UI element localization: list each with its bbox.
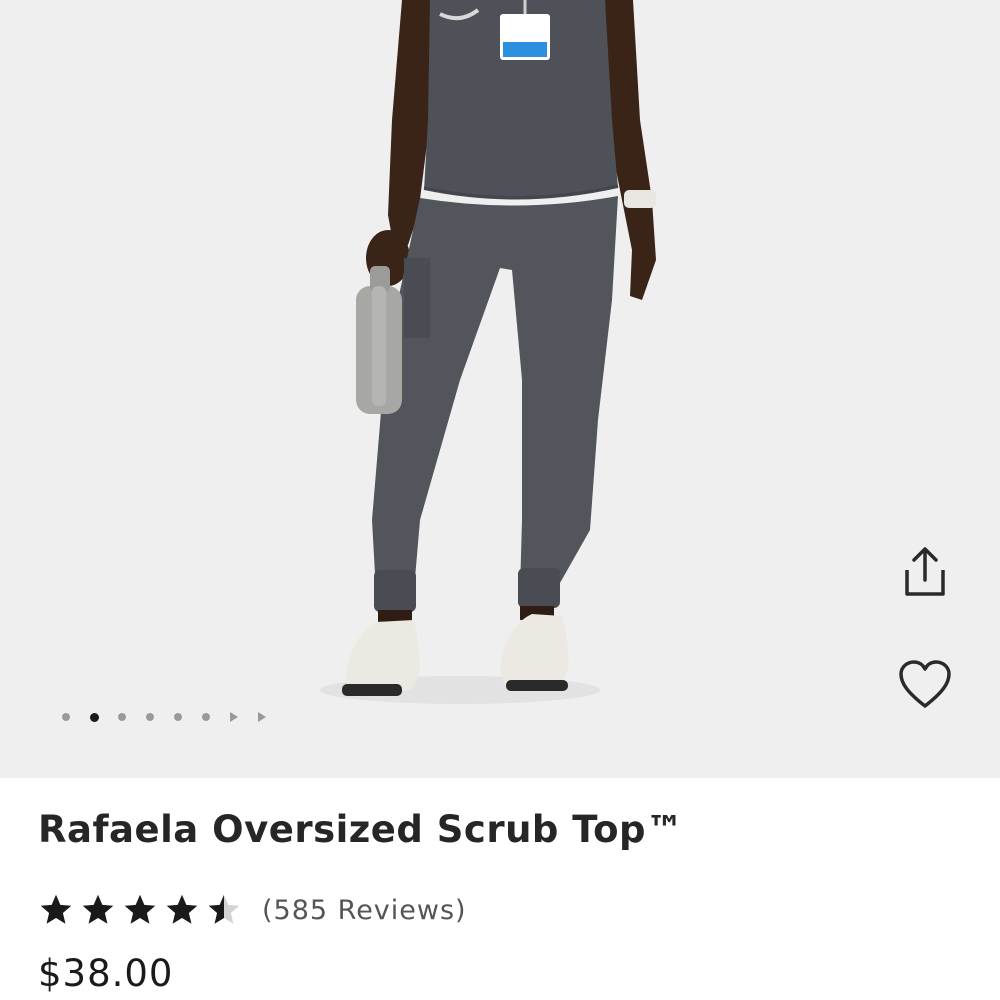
gallery-dot-3[interactable] bbox=[108, 708, 136, 726]
product-title: Rafaela Oversized Scrub Top™ bbox=[38, 808, 684, 851]
gallery-dot-4[interactable] bbox=[136, 708, 164, 726]
gallery-dot-5[interactable] bbox=[164, 708, 192, 726]
star-icon-full bbox=[166, 894, 198, 924]
favorite-button[interactable] bbox=[895, 655, 955, 715]
share-icon bbox=[905, 547, 945, 596]
star-rating bbox=[38, 892, 242, 928]
reviews-link[interactable]: (585 Reviews) bbox=[262, 895, 467, 926]
product-photo bbox=[320, 0, 656, 704]
gallery-dot-2-active[interactable] bbox=[80, 708, 108, 726]
star-icon-full bbox=[40, 894, 72, 924]
gallery-video-dot-7[interactable] bbox=[220, 708, 248, 726]
star-icon-full bbox=[124, 894, 156, 924]
share-button[interactable] bbox=[895, 542, 955, 602]
product-image-gallery[interactable] bbox=[0, 0, 1000, 778]
gallery-dot-6[interactable] bbox=[192, 708, 220, 726]
gallery-pagination bbox=[52, 708, 276, 726]
gallery-dot-1[interactable] bbox=[52, 708, 80, 726]
product-price: $38.00 bbox=[38, 952, 174, 995]
star-icon-full bbox=[82, 894, 114, 924]
heart-icon bbox=[899, 660, 951, 708]
star-icon-half bbox=[208, 894, 240, 924]
gallery-video-dot-8[interactable] bbox=[248, 708, 276, 726]
product-rating[interactable]: (585 Reviews) bbox=[38, 888, 467, 932]
